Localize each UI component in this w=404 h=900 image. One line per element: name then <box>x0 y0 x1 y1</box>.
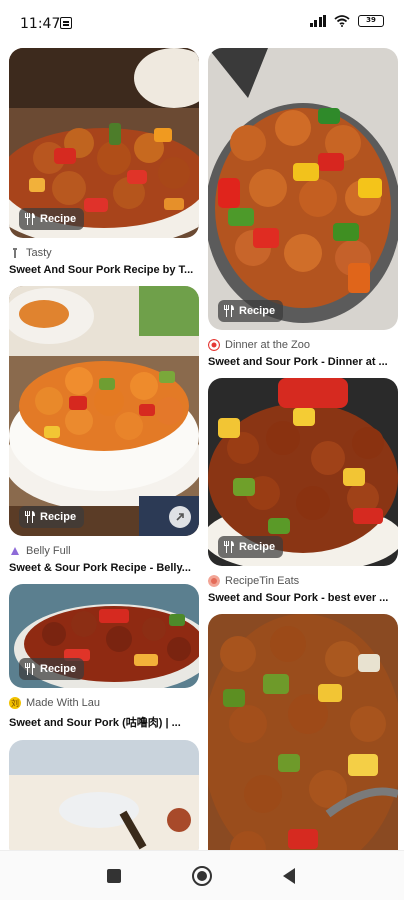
pin-image[interactable] <box>9 740 199 850</box>
back-icon[interactable] <box>283 868 295 884</box>
pin-title[interactable]: Sweet And Sour Pork Recipe by T... <box>9 264 197 276</box>
dinner-at-the-zoo-logo-icon <box>208 339 220 351</box>
signal-icon <box>309 15 326 27</box>
recipe-badge-label: Recipe <box>239 541 276 553</box>
recent-apps-icon[interactable] <box>107 869 121 883</box>
fork-knife-icon <box>224 305 234 317</box>
home-icon[interactable] <box>192 866 212 886</box>
belly-full-logo-icon <box>11 547 19 555</box>
pin-card[interactable]: Recipe Dinner at the Zoo Sweet and Sour … <box>208 48 398 368</box>
recipe-badge-label: Recipe <box>40 511 77 523</box>
pin-source-name: Tasty <box>26 247 52 259</box>
link-icon[interactable] <box>169 506 191 528</box>
pin-card[interactable] <box>9 740 199 850</box>
recipe-badge-label: Recipe <box>40 663 77 675</box>
wifi-icon <box>334 15 350 27</box>
recipe-badge: Recipe <box>218 536 284 558</box>
pin-source[interactable]: Dinner at the Zoo <box>208 337 398 353</box>
made-with-lau-logo-icon: 刘 <box>9 697 21 709</box>
battery-icon: 39 <box>358 15 384 27</box>
system-navigation-bar <box>0 850 404 900</box>
pin-image[interactable]: Recipe <box>9 584 199 688</box>
fork-knife-icon <box>25 511 35 523</box>
svg-text:刘: 刘 <box>11 698 19 708</box>
recipetin-eats-logo-icon <box>208 575 220 587</box>
pin-title[interactable]: Sweet and Sour Pork (咕噜肉) | ... <box>9 714 197 730</box>
pin-source-name: Made With Lau <box>26 697 100 709</box>
pin-source[interactable]: RecipeTin Eats <box>208 573 398 589</box>
recipe-badge: Recipe <box>218 300 284 322</box>
fork-knife-icon <box>224 541 234 553</box>
recipe-badge: Recipe <box>19 208 85 230</box>
pin-image[interactable] <box>208 614 398 850</box>
status-icons: 39 <box>309 15 384 27</box>
pin-source[interactable]: Tasty <box>9 245 199 261</box>
recipe-badge: Recipe <box>19 658 85 680</box>
pin-feed[interactable]: Recipe Tasty Sweet And Sour Pork Recipe … <box>0 40 404 850</box>
recipe-badge-label: Recipe <box>40 213 77 225</box>
pin-card[interactable]: Recipe Belly Full Sweet & Sour Pork Reci… <box>9 286 199 574</box>
feed-column-left: Recipe Tasty Sweet And Sour Pork Recipe … <box>9 48 199 850</box>
pin-image[interactable]: Recipe <box>208 378 398 566</box>
fork-knife-icon <box>25 663 35 675</box>
pin-title[interactable]: Sweet and Sour Pork - Dinner at ... <box>208 356 396 368</box>
pin-card[interactable]: Recipe Tasty Sweet And Sour Pork Recipe … <box>9 48 199 276</box>
pin-source-name: Belly Full <box>26 545 71 557</box>
status-time: 11:47 <box>20 16 61 32</box>
tasty-logo-icon <box>13 248 17 258</box>
pin-card[interactable]: Recipe 刘 Made With Lau Sweet and Sour Po… <box>9 584 199 730</box>
recipe-badge: Recipe <box>19 506 85 528</box>
pin-source[interactable]: 刘 Made With Lau <box>9 695 199 711</box>
pin-source-name: Dinner at the Zoo <box>225 339 310 351</box>
pin-image[interactable]: Recipe <box>9 48 199 238</box>
pin-title[interactable]: Sweet and Sour Pork - best ever ... <box>208 592 396 604</box>
feed-column-right: Recipe Dinner at the Zoo Sweet and Sour … <box>208 48 398 850</box>
pin-card[interactable] <box>208 614 398 850</box>
pin-source[interactable]: Belly Full <box>9 543 199 559</box>
pin-image[interactable]: Recipe <box>208 48 398 330</box>
battery-level: 39 <box>366 16 376 24</box>
status-bar: 11:47 39 <box>0 0 404 40</box>
pin-source-name: RecipeTin Eats <box>225 575 300 587</box>
fork-knife-icon <box>25 213 35 225</box>
pin-card[interactable]: Recipe RecipeTin Eats Sweet and Sour Por… <box>208 378 398 604</box>
message-notification-icon <box>60 17 72 29</box>
pin-image[interactable]: Recipe <box>9 286 199 536</box>
pin-title[interactable]: Sweet & Sour Pork Recipe - Belly... <box>9 562 197 574</box>
recipe-badge-label: Recipe <box>239 305 276 317</box>
